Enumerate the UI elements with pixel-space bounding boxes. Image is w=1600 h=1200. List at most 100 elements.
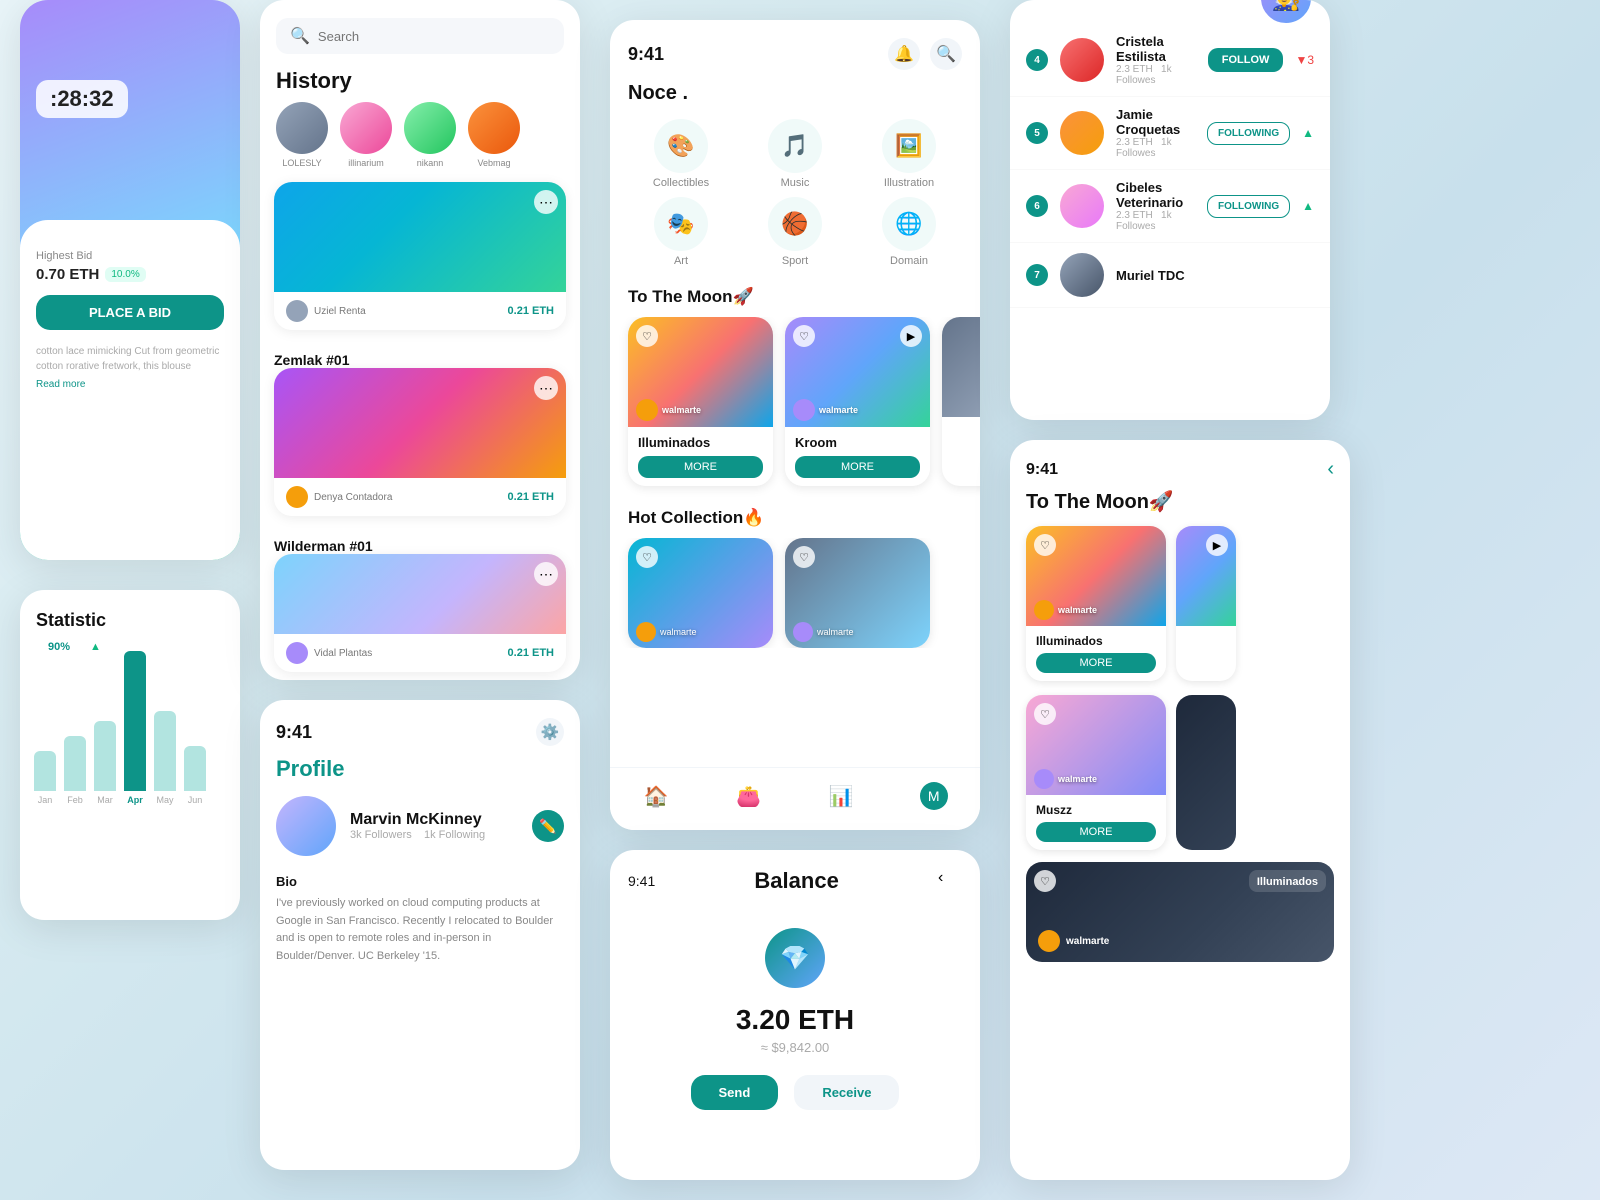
notification-icon[interactable]: 🔔	[888, 38, 920, 70]
dark-nft-fav[interactable]: ♡	[1034, 870, 1056, 892]
bottom-navigation: 🏠 👛 📊 M	[610, 767, 980, 830]
category-domain[interactable]: 🌐 Domain	[856, 197, 962, 267]
dark-nft-item[interactable]: walmarte ♡ Illuminados	[1026, 862, 1334, 962]
profile-name: Marvin McKinney	[350, 811, 485, 829]
right-detail-card: 9:41 ‹ To The Moon🚀 ♡ walmarte Illuminad…	[1010, 440, 1350, 1180]
rank-5: 5	[1026, 122, 1048, 144]
nft-kroom[interactable]: ▶ ♡ walmarte Kroom MORE	[785, 317, 930, 486]
search-input[interactable]	[318, 29, 550, 44]
chart-nav-button[interactable]: 📊	[823, 778, 859, 814]
avatar-jamie	[1060, 111, 1104, 155]
hot-fav-1[interactable]: ♡	[636, 546, 658, 568]
play-icon[interactable]: ▶	[900, 325, 922, 347]
category-collectibles[interactable]: 🎨 Collectibles	[628, 119, 734, 189]
nft-price-0: 0.21 ETH	[508, 305, 554, 317]
greeting-text: Noce .	[610, 70, 980, 105]
nft-more-button[interactable]: ⋯	[534, 190, 558, 214]
collectibles-icon: 🎨	[654, 119, 708, 173]
avatar-vebmag[interactable]: Vebmag	[468, 102, 520, 168]
favorite-icon-2[interactable]: ♡	[793, 325, 815, 347]
back-button-right[interactable]: ‹	[1327, 458, 1334, 481]
follower-cristela[interactable]: 4 Cristela Estilista 2.3 ETH 1k Followes…	[1010, 24, 1330, 97]
avatar-nikann[interactable]: nikann	[404, 102, 456, 168]
nft-wilderman[interactable]: ⋯ Denya Contadora 0.21 ETH	[274, 368, 566, 516]
bar-chart: Jan Feb Mar Apr May Jun	[20, 653, 240, 813]
category-sport[interactable]: 🏀 Sport	[742, 197, 848, 267]
favorite-icon[interactable]: ♡	[636, 325, 658, 347]
wallet-nav-button[interactable]: 👛	[731, 778, 767, 814]
home-nav-button[interactable]: 🏠	[638, 778, 674, 814]
category-illustration[interactable]: 🖼️ Illustration	[856, 119, 962, 189]
art-icon: 🎭	[654, 197, 708, 251]
nft-more-button-3[interactable]: ⋯	[534, 562, 558, 586]
follower-jamie[interactable]: 5 Jamie Croquetas 2.3 ETH 1k Followes FO…	[1010, 97, 1330, 170]
follower-meta-cibeles: 2.3 ETH 1k Followes	[1116, 210, 1195, 232]
rank-7: 7	[1026, 264, 1048, 286]
avatar-illinarium[interactable]: illinarium	[340, 102, 392, 168]
back-button-balance[interactable]: ‹	[938, 869, 962, 893]
right-nft-row: ♡ walmarte Illuminados MORE ▶	[1010, 526, 1350, 695]
category-music[interactable]: 🎵 Music	[742, 119, 848, 189]
trend-jamie: ▲	[1302, 126, 1314, 140]
receive-button[interactable]: Receive	[794, 1075, 899, 1110]
search-bar[interactable]: 🔍	[276, 18, 564, 54]
rank-6: 6	[1026, 195, 1048, 217]
following-button-cibeles[interactable]: FOLLOWING	[1207, 195, 1290, 218]
right-nft-partial-2[interactable]: ▶	[1176, 526, 1236, 681]
history-avatars: LOLESLY illinarium nikann Vebmag	[260, 102, 580, 182]
nft-illuminados[interactable]: ♡ walmarte Illuminados MORE	[628, 317, 773, 486]
send-button[interactable]: Send	[691, 1075, 779, 1110]
edit-profile-button[interactable]: ✏️	[532, 810, 564, 842]
more-button-illuminados[interactable]: MORE	[638, 456, 763, 478]
right-more-btn-1[interactable]: MORE	[1036, 653, 1156, 673]
category-art[interactable]: 🎭 Art	[628, 197, 734, 267]
balance-icon: 💎	[765, 928, 825, 988]
follower-name-cibeles: Cibeles Veterinario	[1116, 180, 1195, 210]
history-card: 🔍 History LOLESLY illinarium nikann Vebm…	[260, 0, 580, 680]
hot-nft-2[interactable]: ♡ walmarte	[785, 538, 930, 648]
read-more-link[interactable]: Read more	[36, 379, 85, 390]
search-icon-main[interactable]: 🔍	[930, 38, 962, 70]
profile-nav-button[interactable]: M	[916, 778, 952, 814]
balance-card: 9:41 Balance ‹ 💎 3.20 ETH ≈ $9,842.00 Se…	[610, 850, 980, 1180]
balance-amount: 3.20 ETH	[736, 1004, 854, 1036]
nft-image-zemlak: ⋯	[274, 182, 566, 292]
bid-percent: 10.0%	[105, 267, 145, 282]
search-icon: 🔍	[290, 26, 310, 46]
right-fav-muszz[interactable]: ♡	[1034, 703, 1056, 725]
right-more-btn-muszz[interactable]: MORE	[1036, 822, 1156, 842]
sport-icon: 🏀	[768, 197, 822, 251]
domain-icon: 🌐	[882, 197, 936, 251]
right-nft-muszz[interactable]: ♡ walmarte Muszz MORE	[1026, 695, 1166, 850]
follower-name-jamie: Jamie Croquetas	[1116, 107, 1195, 137]
follower-cibeles[interactable]: 6 Cibeles Veterinario 2.3 ETH 1k Followe…	[1010, 170, 1330, 243]
nft-image-wilderman: ⋯	[274, 368, 566, 478]
rank-4: 4	[1026, 49, 1048, 71]
settings-icon[interactable]: ⚙️	[536, 718, 564, 746]
to-moon-scroll: ♡ walmarte Illuminados MORE ▶ ♡ walmarte	[610, 317, 980, 502]
avatar-lolesly[interactable]: LOLESLY	[276, 102, 328, 168]
profile-avatar	[276, 796, 336, 856]
nft-murray[interactable]: ⋯ Vidal Plantas 0.21 ETH	[274, 554, 566, 672]
follower-meta-jamie: 2.3 ETH 1k Followes	[1116, 137, 1195, 159]
hot-collection-title: Hot Collection🔥	[610, 502, 980, 538]
follow-button-cristela[interactable]: FOLLOW	[1208, 48, 1284, 72]
right-fav-1[interactable]: ♡	[1034, 534, 1056, 556]
dark-nft-owner: walmarte	[1066, 936, 1109, 947]
nft-zemlak[interactable]: ⋯ Uziel Renta 0.21 ETH	[274, 182, 566, 330]
right-nft-illuminados[interactable]: ♡ walmarte Illuminados MORE	[1026, 526, 1166, 681]
balance-usd: ≈ $9,842.00	[761, 1040, 830, 1055]
nft-partial-3[interactable]	[942, 317, 980, 486]
hot-fav-2[interactable]: ♡	[793, 546, 815, 568]
follower-muriel[interactable]: 7 Muriel TDC	[1010, 243, 1330, 308]
nft-more-button-2[interactable]: ⋯	[534, 376, 558, 400]
following-button-jamie[interactable]: FOLLOWING	[1207, 122, 1290, 145]
nft-title-murray: Murray #01	[260, 672, 580, 680]
play-icon-right[interactable]: ▶	[1206, 534, 1228, 556]
nft-image-murray: ⋯	[274, 554, 566, 634]
statistic-card: Statistic 90% ▲ Jan Feb Mar Apr May Jun	[20, 590, 240, 920]
hot-nft-1[interactable]: ♡ walmarte	[628, 538, 773, 648]
place-bid-button[interactable]: PLACE A BID	[36, 295, 224, 330]
more-button-kroom[interactable]: MORE	[795, 456, 920, 478]
right-title: To The Moon🚀	[1010, 481, 1350, 526]
